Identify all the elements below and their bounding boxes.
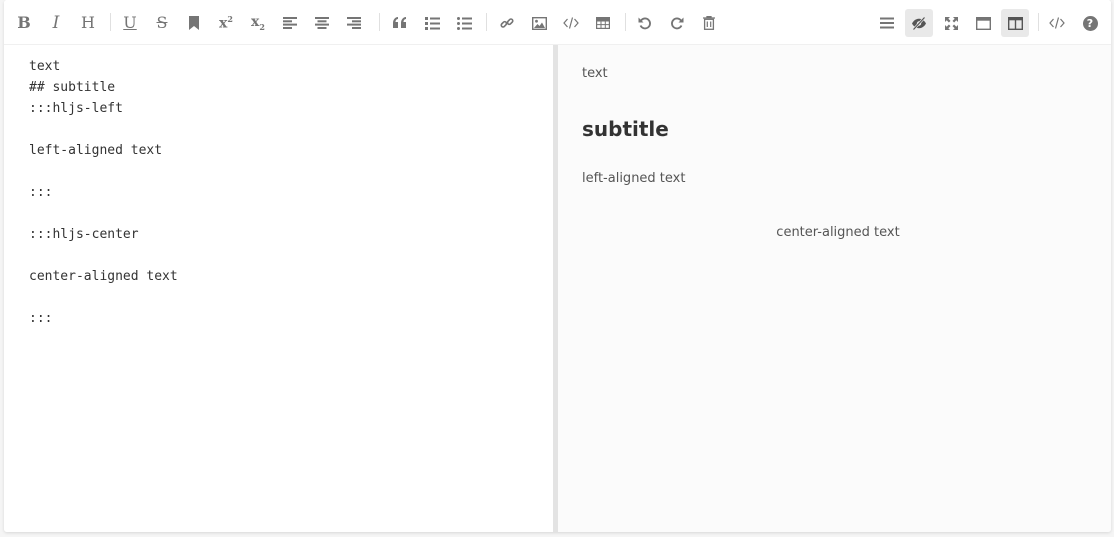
markdown-editor: B I H U S x2 x2 ? text ## subtitle:::hl… <box>4 0 1111 532</box>
image-icon <box>531 16 547 30</box>
fullscreen-button[interactable] <box>937 9 965 37</box>
superscript-icon: x2 <box>219 14 233 32</box>
underline-button[interactable]: U <box>116 9 144 37</box>
toolbar-separator <box>625 13 626 31</box>
align-left-button[interactable] <box>276 9 304 37</box>
split-view-button[interactable] <box>1001 9 1029 37</box>
toolbar-separator <box>110 13 111 31</box>
subscript-icon: x2 <box>251 14 265 32</box>
preview-heading: subtitle <box>582 117 669 141</box>
bold-button[interactable]: B <box>10 9 38 37</box>
italic-icon: I <box>52 12 60 33</box>
mark-button[interactable] <box>180 9 208 37</box>
code-button[interactable] <box>557 9 585 37</box>
window-icon <box>975 16 991 30</box>
quote-icon <box>393 17 406 28</box>
toolbar: B I H U S x2 x2 ? <box>4 0 1111 45</box>
superscript-button[interactable]: x2 <box>212 9 240 37</box>
toolbar-separator <box>379 13 380 31</box>
header-icon: H <box>81 13 95 32</box>
undo-button[interactable] <box>631 9 659 37</box>
toolbar-separator <box>1038 13 1039 31</box>
ordered-list-icon <box>424 16 440 30</box>
align-left-icon <box>283 17 297 29</box>
columns-icon <box>1007 16 1023 30</box>
quote-button[interactable] <box>386 9 414 37</box>
preview-pane: text subtitle left-aligned text center-a… <box>558 45 1111 532</box>
strikethrough-icon: S <box>156 13 168 32</box>
redo-button[interactable] <box>663 9 691 37</box>
link-icon <box>500 18 514 28</box>
unordered-list-icon <box>456 16 472 30</box>
table-icon <box>596 17 610 29</box>
markdown-source-text[interactable]: text ## subtitle :::hljs-left left-align… <box>29 56 178 329</box>
align-right-button[interactable] <box>340 9 368 37</box>
code-icon <box>563 17 579 29</box>
code-icon <box>1049 17 1065 29</box>
subscript-button[interactable]: x2 <box>244 9 272 37</box>
underline-icon: U <box>123 13 137 32</box>
bookmark-icon <box>189 16 199 30</box>
read-mode-button[interactable] <box>969 9 997 37</box>
header-button[interactable]: H <box>74 9 102 37</box>
clear-button[interactable] <box>695 9 723 37</box>
html-code-button[interactable] <box>1043 9 1071 37</box>
redo-icon <box>671 17 684 30</box>
preview-center-aligned-text: center-aligned text <box>776 225 900 240</box>
toolbar-separator <box>486 13 487 31</box>
markdown-source-pane[interactable]: text ## subtitle :::hljs-left left-align… <box>4 45 553 532</box>
italic-button[interactable]: I <box>42 9 70 37</box>
image-button[interactable] <box>525 9 553 37</box>
help-button[interactable]: ? <box>1076 9 1104 37</box>
navigation-button[interactable] <box>873 9 901 37</box>
menu-icon <box>880 17 894 29</box>
unordered-list-button[interactable] <box>450 9 478 37</box>
trash-icon <box>703 16 715 30</box>
undo-icon <box>638 17 651 30</box>
preview-paragraph: text <box>582 66 608 81</box>
bold-icon: B <box>17 13 31 32</box>
help-icon: ? <box>1082 15 1098 31</box>
preview-left-aligned-text: left-aligned text <box>582 171 686 186</box>
strikethrough-button[interactable]: S <box>148 9 176 37</box>
ordered-list-button[interactable] <box>418 9 446 37</box>
align-center-button[interactable] <box>308 9 336 37</box>
preview-toggle-button[interactable] <box>905 9 933 37</box>
eye-slash-icon <box>912 16 926 30</box>
align-right-icon <box>347 17 361 29</box>
expand-icon <box>944 16 958 30</box>
table-button[interactable] <box>589 9 617 37</box>
link-button[interactable] <box>493 9 521 37</box>
align-center-icon <box>315 17 329 29</box>
